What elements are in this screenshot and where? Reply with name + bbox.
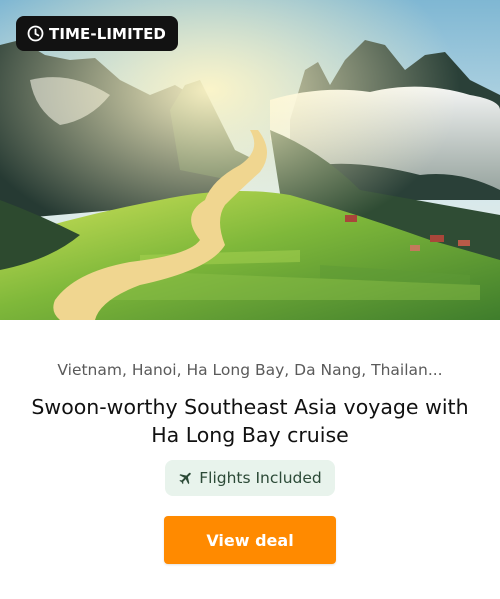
deal-card[interactable]: TIME-LIMITED Vietnam, Hanoi, Ha Long Bay… <box>0 0 500 599</box>
time-limited-badge: TIME-LIMITED <box>16 16 178 51</box>
destinations-list: Vietnam, Hanoi, Ha Long Bay, Da Nang, Th… <box>57 361 443 379</box>
deal-title[interactable]: Swoon-worthy Southeast Asia voyage with … <box>20 393 480 449</box>
flights-included-tag: Flights Included <box>165 460 335 496</box>
deal-details: Vietnam, Hanoi, Ha Long Bay, Da Nang, Th… <box>0 320 500 599</box>
badge-label: TIME-LIMITED <box>49 24 166 43</box>
hero-image[interactable]: TIME-LIMITED <box>0 0 500 320</box>
clock-icon <box>27 25 44 42</box>
airplane-icon <box>178 470 194 486</box>
flights-included-label: Flights Included <box>199 469 322 487</box>
view-deal-button[interactable]: View deal <box>164 516 336 564</box>
